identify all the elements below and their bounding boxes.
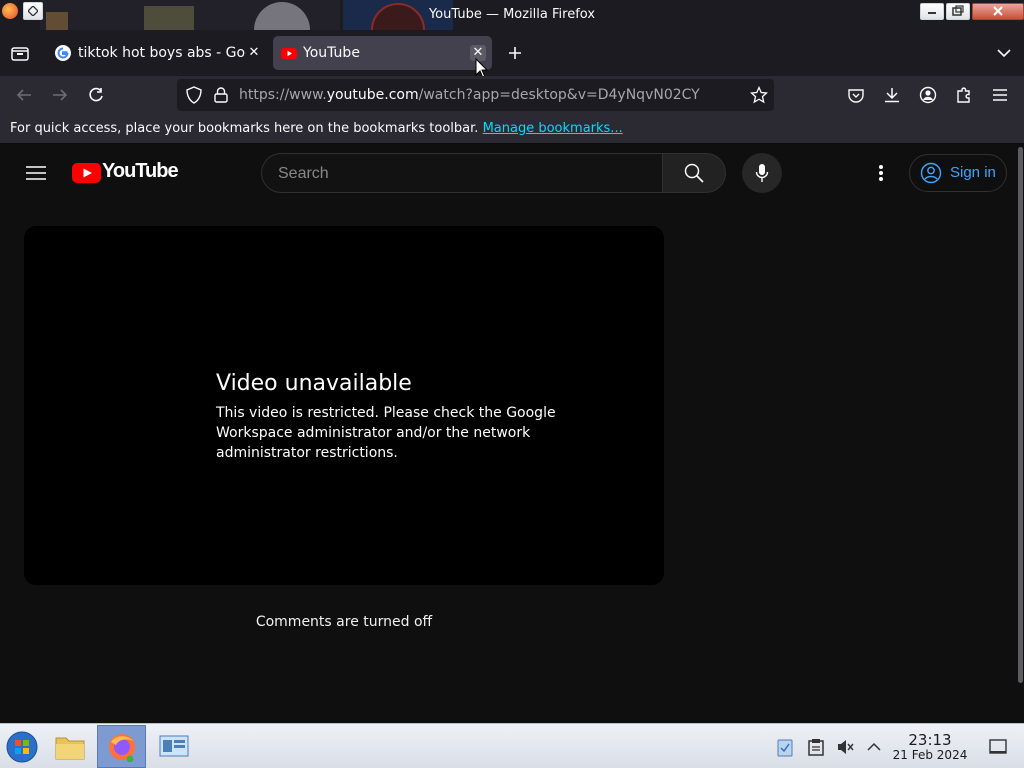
star-icon (750, 86, 768, 104)
url-text: https://www.youtube.com/watch?app=deskto… (239, 87, 700, 103)
page-scrollbar[interactable] (1018, 147, 1023, 683)
page-content: YouTube Sign in Video unavailable This v… (0, 145, 1024, 723)
bookmark-star-button[interactable] (747, 83, 771, 107)
bookmarks-hint-text: For quick access, place your bookmarks h… (10, 121, 479, 136)
control-panel-icon (159, 735, 189, 757)
tab-strip: tiktok hot boys abs - Goo ✕ YouTube ✕ (0, 30, 1024, 79)
maximize-button[interactable] (946, 3, 970, 20)
taskbar-firefox[interactable] (97, 725, 146, 768)
start-button[interactable] (2, 727, 42, 767)
firefox-icon (108, 733, 135, 762)
tray-volume[interactable] (835, 727, 855, 767)
error-message: This video is restricted. Please check t… (216, 405, 556, 461)
bookmarks-toolbar: For quick access, place your bookmarks h… (0, 114, 1024, 144)
downloads-button[interactable] (880, 83, 904, 107)
hamburger-menu-icon (26, 166, 46, 180)
tracking-protection-button[interactable] (182, 83, 206, 107)
taskbar-file-manager[interactable] (50, 727, 90, 767)
reload-button[interactable] (84, 83, 108, 107)
close-icon (993, 6, 1003, 16)
clipboard-check-icon (777, 739, 793, 757)
settings-more-button[interactable] (865, 157, 897, 189)
tray-clipboard[interactable] (806, 727, 826, 767)
firefox-view-button[interactable] (8, 41, 32, 65)
bookmarks-hint: For quick access, place your bookmarks h… (10, 121, 623, 136)
arrow-right-icon (53, 89, 68, 101)
video-player[interactable]: Video unavailable This video is restrict… (24, 226, 664, 585)
youtube-logo[interactable]: YouTube (71, 159, 191, 187)
extensions-button[interactable] (952, 83, 976, 107)
volume-muted-icon (838, 740, 854, 754)
arrow-left-icon (16, 89, 31, 101)
start-menu-icon (6, 731, 38, 763)
reload-icon (89, 87, 103, 102)
forward-button[interactable] (48, 83, 72, 107)
search-button[interactable] (662, 153, 726, 193)
sign-in-label: Sign in (950, 164, 996, 181)
chevron-up-icon (867, 742, 881, 751)
account-button[interactable] (916, 83, 940, 107)
close-tab-icon[interactable]: ✕ (246, 45, 262, 61)
site-info-button[interactable] (209, 83, 233, 107)
comments-status: Comments are turned off (255, 614, 433, 630)
search-input[interactable] (278, 163, 638, 185)
sign-in-button[interactable]: Sign in (909, 154, 1007, 192)
hamburger-menu-icon (993, 89, 1007, 101)
microphone-icon (755, 164, 769, 182)
youtube-icon (281, 48, 297, 59)
more-vertical-icon (879, 165, 883, 181)
close-window-button[interactable] (972, 3, 1024, 20)
pocket-icon (848, 89, 864, 103)
minimize-icon (928, 12, 936, 14)
puzzle-icon (957, 87, 970, 103)
youtube-logo-text: YouTube (102, 160, 179, 182)
manage-bookmarks-link[interactable]: Manage bookmarks... (483, 121, 623, 136)
navigation-toolbar: https://www.youtube.com/watch?app=deskto… (0, 76, 1024, 114)
pocket-button[interactable] (844, 83, 868, 107)
folder-icon (55, 737, 85, 760)
plus-icon (509, 47, 521, 59)
app-menu-button[interactable] (988, 83, 1012, 107)
list-all-tabs-button[interactable] (992, 41, 1016, 65)
window-titlebar: YouTube — Mozilla Firefox (0, 0, 1024, 30)
restore-icon (952, 5, 964, 16)
clipboard-icon (808, 739, 824, 756)
lock-icon (214, 87, 228, 103)
firefox-view-icon (11, 47, 29, 61)
tab-label: YouTube (303, 45, 360, 61)
guide-menu-button[interactable] (24, 161, 48, 185)
chevron-down-icon (997, 49, 1011, 58)
new-tab-button[interactable] (503, 41, 527, 65)
user-circle-icon (920, 162, 942, 184)
voice-search-button[interactable] (742, 153, 782, 193)
search-box[interactable] (261, 153, 663, 193)
back-button[interactable] (12, 83, 36, 107)
show-desktop-button[interactable] (986, 727, 1010, 767)
url-bar[interactable]: https://www.youtube.com/watch?app=deskto… (177, 79, 774, 111)
clock-date[interactable]: 21 Feb 2024 (892, 748, 968, 762)
desktop-icon (989, 739, 1007, 754)
taskbar: 23:13 21 Feb 2024 (0, 723, 1024, 768)
taskbar-control-panel[interactable] (154, 727, 194, 767)
google-icon (55, 45, 71, 61)
tab-google-search[interactable]: tiktok hot boys abs - Goo ✕ (46, 36, 268, 70)
clock-time[interactable]: 23:13 (892, 731, 968, 749)
youtube-logo-icon (72, 163, 101, 183)
error-heading: Video unavailable (216, 371, 412, 396)
tab-label: tiktok hot boys abs - Goo (78, 45, 246, 61)
tray-show-hidden[interactable] (864, 727, 884, 767)
account-icon (919, 86, 937, 104)
shield-icon (186, 86, 202, 104)
youtube-masthead: YouTube Sign in (0, 145, 1018, 201)
minimize-button[interactable] (920, 3, 944, 20)
tab-youtube[interactable]: YouTube ✕ (273, 36, 492, 70)
window-title: YouTube — Mozilla Firefox (428, 7, 596, 22)
tray-tool-icon[interactable] (775, 727, 795, 767)
search-icon (684, 163, 704, 183)
download-icon (885, 88, 899, 103)
